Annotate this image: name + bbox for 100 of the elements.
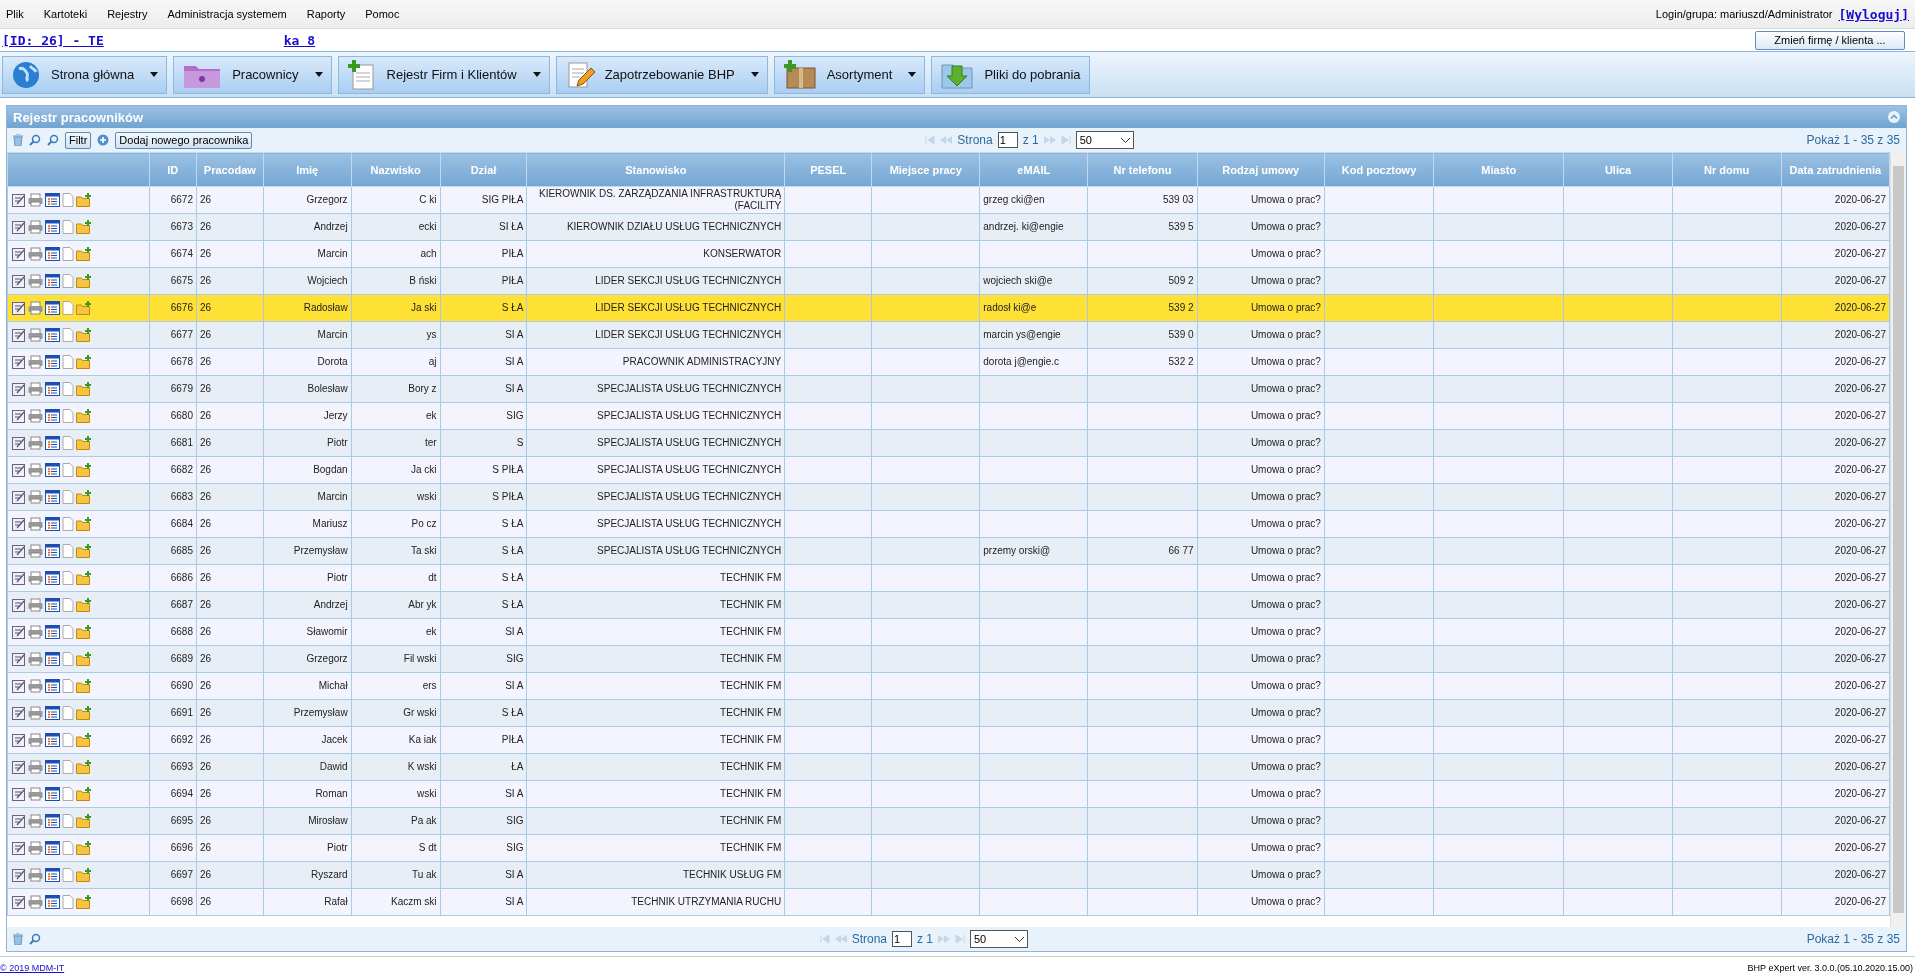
edit-icon[interactable]: [12, 652, 26, 666]
menu-item[interactable]: Raporty: [306, 6, 346, 22]
folder-plus-icon[interactable]: [76, 571, 92, 585]
list-icon[interactable]: [45, 409, 60, 423]
folder-plus-icon[interactable]: [76, 355, 92, 369]
edit-icon[interactable]: [12, 301, 26, 315]
folder-plus-icon[interactable]: [76, 760, 92, 774]
menu-item[interactable]: Rejestry: [107, 6, 148, 22]
folder-plus-icon[interactable]: [76, 463, 92, 477]
table-row[interactable]: 6673 26 Andrzej ecki SI ŁA KIEROWNIK DZIAŁU USŁUG TECHNICZNYCH andrzej. ki@engie 539 5 Umowa o prac? 2020-06-27: [7, 213, 1890, 241]
folder-plus-icon[interactable]: [76, 220, 92, 234]
folder-plus-icon[interactable]: [76, 895, 92, 909]
edit-icon[interactable]: [12, 328, 26, 342]
menu-item[interactable]: Pomoc: [365, 6, 400, 22]
list-icon[interactable]: [45, 814, 60, 828]
edit-icon[interactable]: [12, 679, 26, 693]
printer-icon[interactable]: [28, 571, 43, 585]
folder-plus-icon[interactable]: [76, 868, 92, 882]
collapse-icon[interactable]: [1888, 111, 1900, 123]
edit-icon[interactable]: [12, 274, 26, 288]
printer-icon[interactable]: [28, 733, 43, 747]
table-row[interactable]: 6686 26 Piotr dt S ŁA TECHNIK FM Umowa o prac? 2020-06-27: [7, 564, 1890, 592]
toolbar-button[interactable]: Rejestr Firm i Klientów: [337, 55, 550, 94]
toolbar-button[interactable]: Asortyment: [773, 55, 926, 94]
printer-icon[interactable]: [28, 409, 43, 423]
page-field[interactable]: 1: [997, 132, 1018, 148]
table-row[interactable]: 6694 26 Roman wski SI A TECHNIK FM Umowa o prac? 2020-06-27: [7, 780, 1890, 808]
edit-icon[interactable]: [12, 598, 26, 612]
edit-icon[interactable]: [12, 517, 26, 531]
folder-plus-icon[interactable]: [76, 436, 92, 450]
printer-icon[interactable]: [28, 814, 43, 828]
table-row[interactable]: 6683 26 Marcin wski S PIŁA SPECJALISTA USŁUG TECHNICZNYCH Umowa o prac? 2020-06-27: [7, 483, 1890, 511]
edit-icon[interactable]: [12, 571, 26, 585]
folder-plus-icon[interactable]: [76, 652, 92, 666]
folder-plus-icon[interactable]: [76, 679, 92, 693]
printer-icon[interactable]: [28, 679, 43, 693]
printer-icon[interactable]: [28, 490, 43, 504]
table-row[interactable]: 6678 26 Dorota aj SI A PRACOWNIK ADMINISTRACYJNY dorota j@engie.c 532 2 Umowa o prac? 2020-06-27: [7, 348, 1890, 376]
list-icon[interactable]: [45, 193, 60, 207]
list-icon[interactable]: [45, 841, 60, 855]
list-icon[interactable]: [45, 679, 60, 693]
toolbar-button[interactable]: Pracownicy: [173, 55, 332, 94]
dropdown-caret-icon[interactable]: [1015, 936, 1024, 942]
printer-icon[interactable]: [28, 652, 43, 666]
list-icon[interactable]: [45, 895, 60, 909]
dropdown-caret-icon[interactable]: [1120, 137, 1130, 143]
edit-icon[interactable]: [12, 382, 26, 396]
table-row[interactable]: 6674 26 Marcin ach PIŁA KONSERWATOR Umowa o prac? 2020-06-27: [7, 240, 1890, 268]
folder-plus-icon[interactable]: [76, 517, 92, 531]
edit-icon[interactable]: [12, 868, 26, 882]
printer-icon[interactable]: [28, 436, 43, 450]
table-row[interactable]: 6684 26 Mariusz Po cz S ŁA SPECJALISTA USŁUG TECHNICZNYCH Umowa o prac? 2020-06-27: [7, 510, 1890, 538]
folder-plus-icon[interactable]: [76, 274, 92, 288]
folder-plus-icon[interactable]: [76, 814, 92, 828]
table-row[interactable]: 6688 26 Sławomir ek SI A TECHNIK FM Umowa o prac? 2020-06-27: [7, 618, 1890, 646]
printer-icon[interactable]: [28, 706, 43, 720]
list-icon[interactable]: [45, 571, 60, 585]
table-row[interactable]: 6697 26 Ryszard Tu ak SI A TECHNIK USŁUG FM Umowa o prac? 2020-06-27: [7, 861, 1890, 889]
edit-icon[interactable]: [12, 463, 26, 477]
trash-icon[interactable]: [13, 134, 23, 146]
folder-plus-icon[interactable]: [76, 841, 92, 855]
company-link[interactable]: [ID: 26] - TE: [2, 32, 104, 48]
logout-link[interactable]: [Wyloguj]: [1838, 6, 1909, 22]
printer-icon[interactable]: [28, 760, 43, 774]
table-row[interactable]: 6677 26 Marcin ys SI A LIDER SEKCJI USŁUG TECHNICZNYCH marcin ys@engie 539 0 Umowa o prac? 2020-06-27: [7, 321, 1890, 349]
list-icon[interactable]: [45, 463, 60, 477]
page-field[interactable]: 1: [892, 931, 912, 947]
search-icon[interactable]: [29, 933, 41, 945]
list-icon[interactable]: [45, 220, 60, 234]
printer-icon[interactable]: [28, 355, 43, 369]
list-icon[interactable]: [45, 760, 60, 774]
toolbar-button[interactable]: Strona główna: [2, 55, 168, 94]
folder-plus-icon[interactable]: [76, 733, 92, 747]
folder-plus-icon[interactable]: [76, 544, 92, 558]
printer-icon[interactable]: [28, 598, 43, 612]
table-row[interactable]: 6692 26 Jacek Ka iak PIŁA TECHNIK FM Umowa o prac? 2020-06-27: [7, 726, 1890, 754]
edit-icon[interactable]: [12, 544, 26, 558]
search-icon[interactable]: [29, 134, 41, 146]
printer-icon[interactable]: [28, 220, 43, 234]
list-icon[interactable]: [45, 247, 60, 261]
edit-icon[interactable]: [12, 841, 26, 855]
table-row[interactable]: 6685 26 Przemysław Ta ski S ŁA SPECJALISTA USŁUG TECHNICZNYCH przemy orski@ 66 77 Umowa o prac? 2020-06-27: [7, 537, 1890, 565]
toolbar-button[interactable]: Zapotrzebowanie BHP: [555, 55, 768, 94]
table-row[interactable]: 6689 26 Grzegorz Fil wski SIG TECHNIK FM Umowa o prac? 2020-06-27: [7, 645, 1890, 673]
printer-icon[interactable]: [28, 193, 43, 207]
folder-plus-icon[interactable]: [76, 787, 92, 801]
copyright-link[interactable]: © 2019 MDM-IT: [0, 963, 65, 973]
folder-plus-icon[interactable]: [76, 193, 92, 207]
table-row[interactable]: 6690 26 Michał ers SI A TECHNIK FM Umowa o prac? 2020-06-27: [7, 672, 1890, 700]
add-employee-button[interactable]: Dodaj nowego pracownika: [115, 131, 253, 149]
edit-icon[interactable]: [12, 193, 26, 207]
menu-item[interactable]: Administracja systemem: [167, 6, 287, 22]
edit-icon[interactable]: [12, 733, 26, 747]
printer-icon[interactable]: [28, 787, 43, 801]
folder-plus-icon[interactable]: [76, 706, 92, 720]
list-icon[interactable]: [45, 274, 60, 288]
printer-icon[interactable]: [28, 868, 43, 882]
edit-icon[interactable]: [12, 706, 26, 720]
scrollbar[interactable]: [1890, 152, 1906, 927]
add-icon[interactable]: [97, 134, 110, 146]
